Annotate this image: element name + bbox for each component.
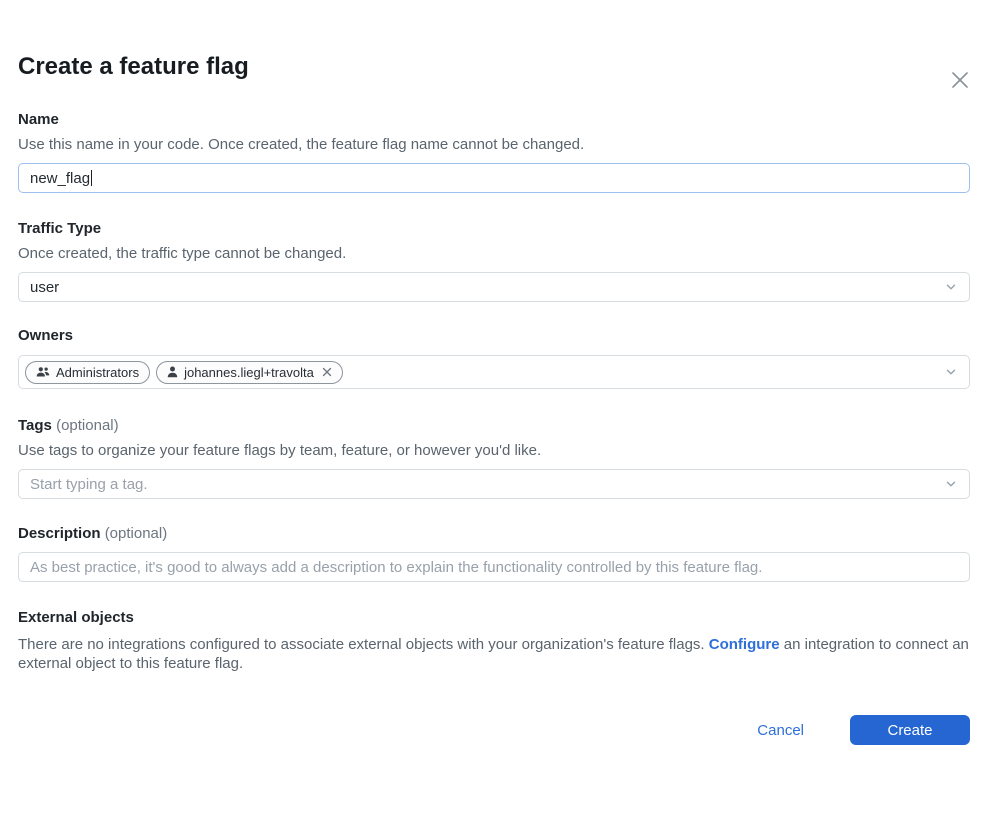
- traffic-type-section: Traffic Type Once created, the traffic t…: [18, 220, 970, 302]
- tags-label: Tags (optional): [18, 417, 970, 435]
- name-section: Name Use this name in your code. Once cr…: [18, 111, 970, 193]
- traffic-type-help-text: Once created, the traffic type cannot be…: [18, 245, 970, 263]
- description-optional-text: (optional): [105, 525, 168, 542]
- name-help-text: Use this name in your code. Once created…: [18, 136, 970, 154]
- owner-chip-user[interactable]: johannes.liegl+travolta: [156, 361, 343, 384]
- tags-help-text: Use tags to organize your feature flags …: [18, 442, 970, 460]
- tags-optional-text: (optional): [56, 417, 119, 434]
- chevron-down-icon: [944, 365, 958, 379]
- modal-footer: Cancel Create: [0, 715, 988, 745]
- description-label-text: Description: [18, 525, 101, 542]
- chevron-down-icon: [944, 477, 958, 491]
- name-input-value: new_flag: [30, 170, 90, 187]
- owner-chip-administrators[interactable]: Administrators: [25, 361, 150, 384]
- configure-link[interactable]: Configure: [709, 636, 780, 653]
- owner-chip-label: johannes.liegl+travolta: [184, 365, 314, 380]
- traffic-type-selected-value: user: [30, 279, 59, 296]
- close-button[interactable]: [947, 67, 973, 93]
- tags-select[interactable]: Start typing a tag.: [18, 469, 970, 499]
- owners-section: Owners Administrators: [18, 327, 970, 389]
- tags-section: Tags (optional) Use tags to organize you…: [18, 417, 970, 499]
- external-objects-text-before: There are no integrations configured to …: [18, 636, 709, 653]
- owners-chip-list: Administrators johannes.liegl+travolta: [25, 361, 343, 384]
- person-icon: [167, 366, 178, 378]
- description-section: Description (optional) As best practice,…: [18, 525, 970, 582]
- tags-placeholder: Start typing a tag.: [30, 476, 148, 493]
- remove-owner-icon[interactable]: [322, 367, 332, 377]
- close-icon: [948, 68, 972, 92]
- owners-multiselect[interactable]: Administrators johannes.liegl+travolta: [18, 355, 970, 389]
- owners-label: Owners: [18, 327, 970, 345]
- chevron-down-icon: [944, 280, 958, 294]
- create-feature-flag-modal: Create a feature flag Name Use this name…: [0, 52, 988, 673]
- group-icon: [36, 366, 50, 378]
- description-placeholder: As best practice, it's good to always ad…: [30, 559, 762, 576]
- external-objects-label: External objects: [18, 609, 970, 627]
- page-title: Create a feature flag: [18, 52, 970, 82]
- cancel-button[interactable]: Cancel: [757, 722, 804, 739]
- description-label: Description (optional): [18, 525, 970, 543]
- owner-chip-label: Administrators: [56, 365, 139, 380]
- description-input[interactable]: As best practice, it's good to always ad…: [18, 552, 970, 582]
- external-objects-text: There are no integrations configured to …: [18, 636, 970, 673]
- tags-label-text: Tags: [18, 417, 52, 434]
- traffic-type-select[interactable]: user: [18, 272, 970, 302]
- name-input[interactable]: new_flag: [18, 163, 970, 193]
- text-cursor: [91, 170, 92, 186]
- name-label: Name: [18, 111, 970, 129]
- traffic-type-label: Traffic Type: [18, 220, 970, 238]
- external-objects-section: External objects There are no integratio…: [18, 609, 970, 673]
- create-button[interactable]: Create: [850, 715, 970, 745]
